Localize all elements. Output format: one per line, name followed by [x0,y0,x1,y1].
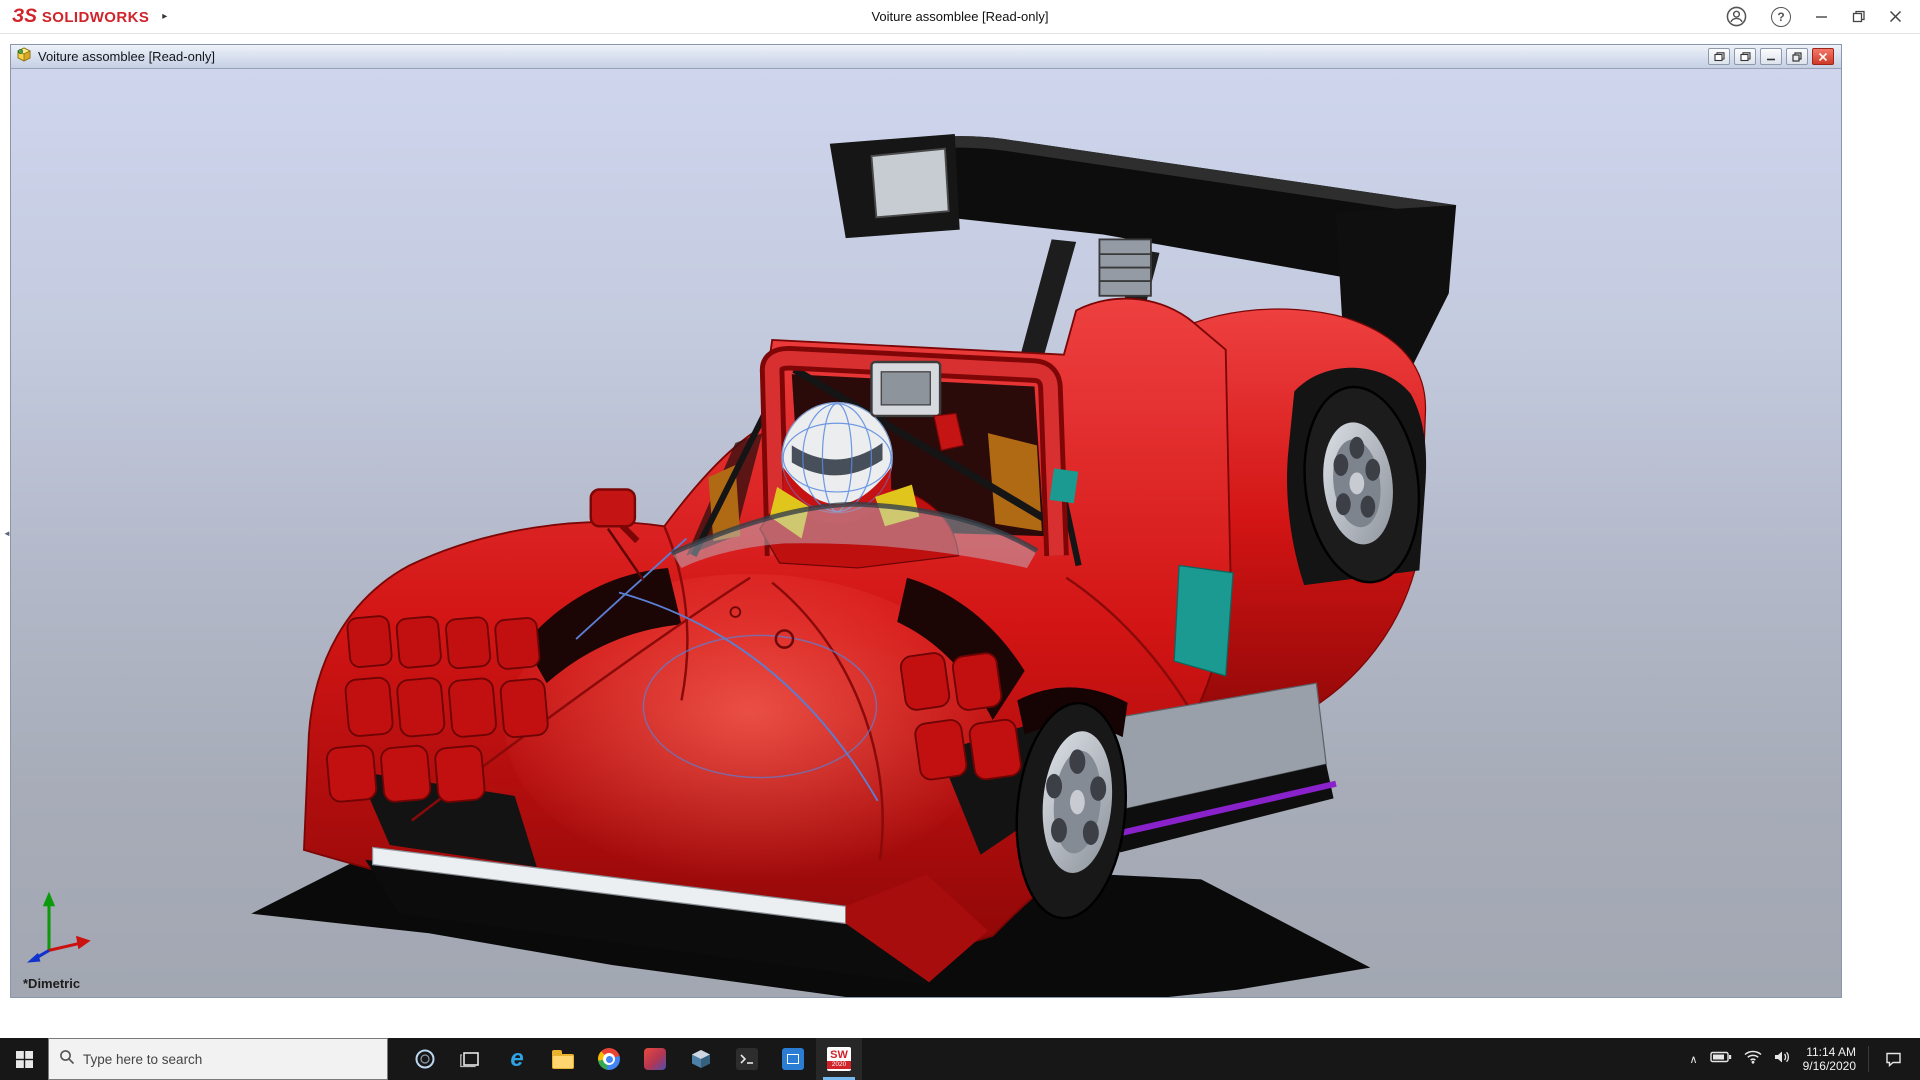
car-assembly-render [11,69,1841,997]
volume-icon[interactable] [1774,1050,1791,1069]
tray-separator [1868,1046,1869,1072]
tray-expand-icon[interactable]: ∧ [1690,1053,1698,1066]
chrome-icon[interactable] [586,1038,632,1080]
doc-close-button[interactable] [1812,48,1834,65]
solidworks-logo: ЗS SOLIDWORKS ▸ [0,6,167,28]
task-view-icon[interactable] [448,1038,494,1080]
graphics-viewport[interactable]: *Dimetric [11,69,1841,997]
document-window-controls [1708,48,1836,65]
file-explorer-icon[interactable] [540,1038,586,1080]
start-button[interactable] [0,1038,48,1080]
taskbar-clock[interactable]: 11:14 AM 9/16/2020 [1803,1045,1856,1073]
doc-cascade-button-2[interactable] [1734,48,1756,65]
solidworks-logo-glyph: ЗS [12,6,37,28]
solidworks-icon[interactable] [678,1038,724,1080]
search-icon [59,1049,75,1070]
clock-date: 9/16/2020 [1803,1059,1856,1073]
app-client-area: ◄ Voiture assomblee [Read-only] [0,34,1920,1038]
restore-button[interactable] [1852,10,1865,23]
help-icon[interactable]: ? [1771,7,1791,27]
command-prompt-icon[interactable] [724,1038,770,1080]
battery-icon[interactable] [1710,1050,1732,1068]
app-window-title: Voiture assomblee [Read-only] [871,9,1048,24]
view-orientation-label: *Dimetric [23,976,80,991]
close-button[interactable] [1889,10,1902,23]
solidworks-logo-text: SOLIDWORKS [42,9,149,26]
app-titlebar: ЗS SOLIDWORKS ▸ Voiture assomblee [Read-… [0,0,1920,34]
minimize-button[interactable] [1815,10,1828,23]
search-box[interactable] [48,1038,388,1080]
action-center-icon[interactable] [1881,1052,1912,1067]
assembly-document-icon [16,47,32,67]
clock-time: 11:14 AM [1803,1045,1856,1059]
doc-minimize-button[interactable] [1760,48,1782,65]
account-icon[interactable] [1726,6,1747,27]
edge-icon[interactable]: e [494,1038,540,1080]
media-player-icon[interactable] [632,1038,678,1080]
orientation-triad [27,892,91,963]
cortana-icon[interactable] [402,1038,448,1080]
system-tray: ∧ 11:14 AM 9/16/2020 [1682,1038,1920,1080]
app-window-controls: ? [1726,6,1920,27]
taskbar-apps: e SW 2020 [402,1038,862,1080]
solidworks-2020-icon[interactable]: SW 2020 [816,1038,862,1080]
taskbar: e SW 2020 ∧ [0,1038,1920,1080]
document-title: Voiture assomblee [Read-only] [38,49,215,64]
desktop: ЗS SOLIDWORKS ▸ Voiture assomblee [Read-… [0,0,1920,1080]
menu-expand-arrow-icon[interactable]: ▸ [162,11,167,22]
photos-app-icon[interactable] [770,1038,816,1080]
search-input[interactable] [83,1052,377,1067]
document-window: Voiture assomblee [Read-only] [10,44,1842,998]
document-titlebar[interactable]: Voiture assomblee [Read-only] [11,45,1841,69]
wifi-icon[interactable] [1744,1050,1762,1069]
doc-cascade-button-1[interactable] [1708,48,1730,65]
doc-restore-button[interactable] [1786,48,1808,65]
